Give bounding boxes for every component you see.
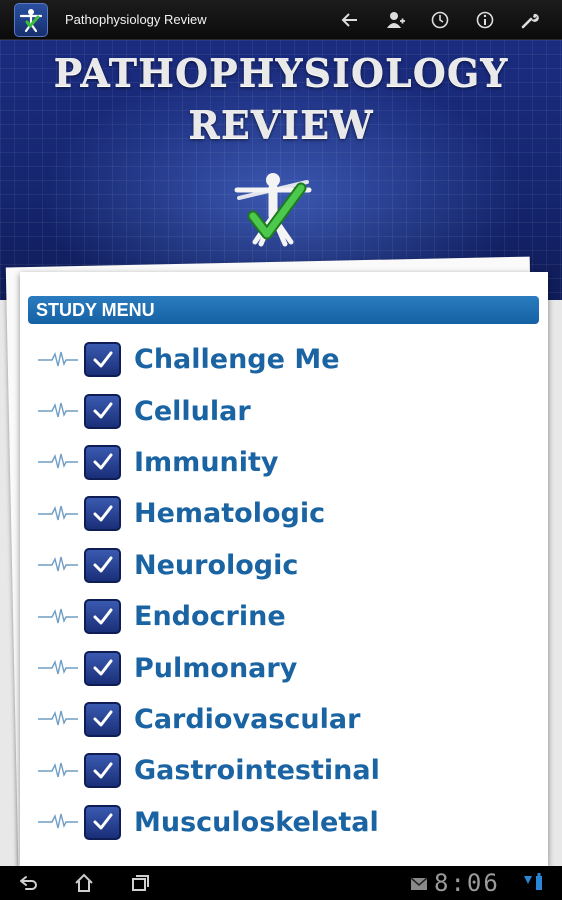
checkbox-icon[interactable] bbox=[84, 650, 121, 686]
checkbox-icon[interactable] bbox=[84, 599, 121, 635]
menu-item-label: Hematologic bbox=[134, 498, 326, 530]
banner-title-line2: REVIEW bbox=[188, 102, 374, 147]
menu-item[interactable]: Cardiovascular bbox=[20, 694, 548, 745]
clock-time: 8:06 bbox=[434, 869, 500, 897]
checkbox-icon[interactable] bbox=[84, 804, 121, 840]
heartbeat-icon bbox=[38, 814, 78, 829]
menu-item[interactable]: Challenge Me bbox=[20, 334, 548, 385]
heartbeat-icon bbox=[38, 659, 78, 675]
banner-title-line1: PATHOPHYSIOLOGY bbox=[53, 50, 509, 95]
menu-item-label: Gastrointestinal bbox=[134, 755, 380, 787]
study-menu-list: Challenge Me Cellular Immunity Hematologic N… bbox=[20, 334, 548, 848]
menu-item-label: Pulmonary bbox=[134, 652, 298, 684]
heartbeat-icon bbox=[38, 762, 78, 777]
menu-item[interactable]: Immunity bbox=[20, 437, 548, 488]
action-bar: Pathophysiology Review bbox=[0, 0, 562, 40]
clock-icon[interactable] bbox=[417, 0, 462, 40]
heartbeat-icon bbox=[38, 711, 78, 726]
menu-item-label: Endocrine bbox=[134, 601, 286, 633]
vitruvian-check-logo-icon bbox=[234, 173, 312, 247]
checkbox-icon[interactable] bbox=[84, 342, 121, 378]
heartbeat-icon bbox=[38, 557, 78, 572]
checkbox-icon[interactable] bbox=[84, 547, 121, 583]
menu-item-label: Cellular bbox=[134, 395, 251, 427]
wrench-icon[interactable] bbox=[507, 0, 552, 40]
menu-item-label: Immunity bbox=[134, 446, 279, 478]
recent-apps-icon[interactable] bbox=[112, 866, 168, 900]
add-person-icon[interactable] bbox=[372, 0, 417, 40]
app-logo-icon[interactable] bbox=[14, 2, 48, 37]
menu-item[interactable]: Musculoskeletal bbox=[20, 797, 548, 848]
menu-item[interactable]: Gastrointestinal bbox=[20, 745, 548, 796]
menu-item[interactable]: Pulmonary bbox=[20, 642, 548, 693]
checkbox-icon[interactable] bbox=[84, 701, 121, 737]
checkbox-icon[interactable] bbox=[84, 753, 121, 789]
checkbox-icon[interactable] bbox=[84, 496, 121, 532]
heartbeat-icon bbox=[38, 608, 78, 623]
signal-icon bbox=[524, 873, 542, 890]
heartbeat-icon bbox=[38, 402, 78, 418]
app-title: Pathophysiology Review bbox=[65, 12, 207, 27]
checkbox-icon[interactable] bbox=[84, 444, 121, 480]
mail-icon bbox=[410, 877, 428, 890]
home-icon[interactable] bbox=[56, 866, 112, 900]
info-icon[interactable] bbox=[462, 0, 507, 40]
menu-item-label: Challenge Me bbox=[134, 344, 340, 376]
heartbeat-icon bbox=[38, 505, 78, 521]
menu-item-label: Neurologic bbox=[134, 549, 299, 581]
menu-item[interactable]: Endocrine bbox=[20, 591, 548, 642]
menu-item[interactable]: Hematologic bbox=[20, 488, 548, 539]
study-menu-card: STUDY MENU Challenge Me Cellular Immunity H… bbox=[20, 272, 548, 866]
checkbox-icon[interactable] bbox=[84, 393, 121, 429]
back-arrow-icon[interactable] bbox=[327, 0, 372, 40]
back-nav-icon[interactable] bbox=[0, 866, 56, 900]
study-menu-header: STUDY MENU bbox=[28, 296, 539, 324]
menu-item[interactable]: Neurologic bbox=[20, 540, 548, 591]
heartbeat-icon bbox=[38, 351, 78, 366]
menu-item-label: Musculoskeletal bbox=[134, 806, 379, 838]
heartbeat-icon bbox=[38, 454, 78, 469]
menu-item-label: Cardiovascular bbox=[134, 703, 361, 735]
system-nav-bar: 8:06 bbox=[0, 866, 562, 900]
menu-item[interactable]: Cellular bbox=[20, 385, 548, 436]
